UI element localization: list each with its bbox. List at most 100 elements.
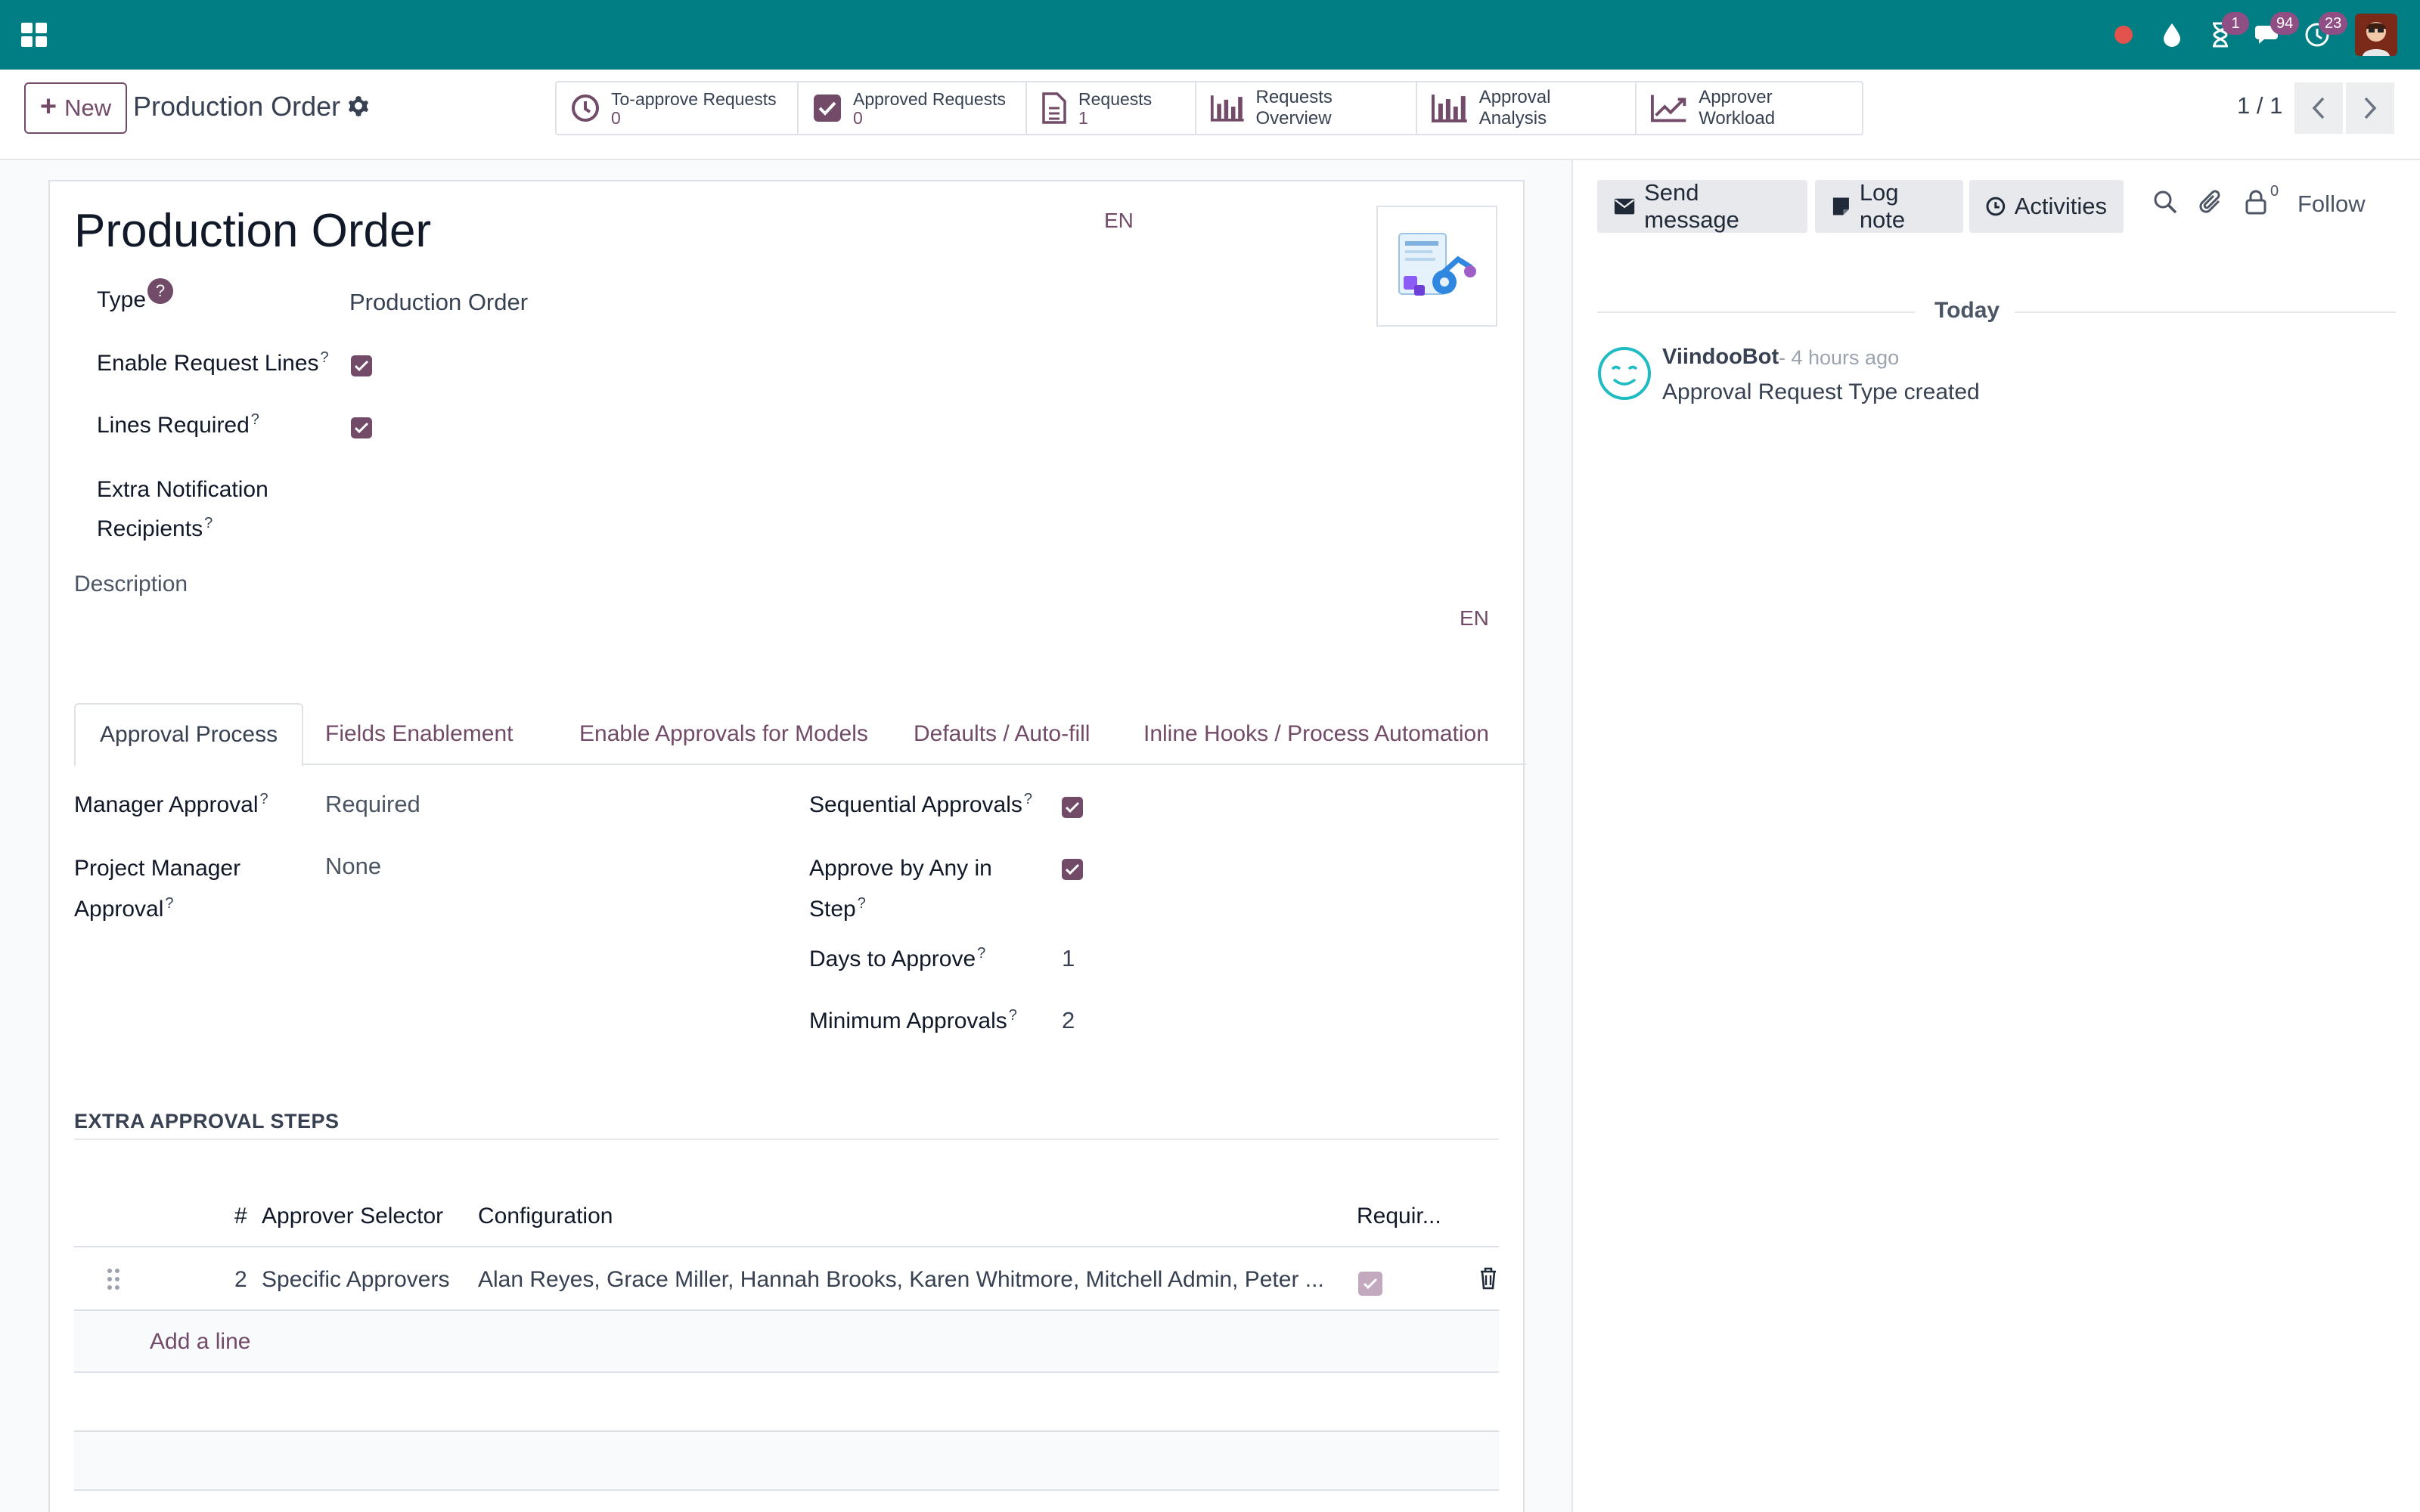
log-note-label: Log note (1859, 179, 1906, 233)
activities-button[interactable]: Activities (1969, 180, 2124, 233)
smart-value: 1 (1078, 108, 1088, 128)
followers-count: 0 (2270, 183, 2279, 200)
sequential-approvals-label-text: Sequential Approvals (809, 792, 1022, 817)
description-translate-button[interactable]: EN (1460, 606, 1489, 631)
activity-hourglass-icon[interactable]: 1 (2196, 0, 2249, 70)
step-required-checkbox[interactable] (1358, 1272, 1382, 1296)
add-line-link[interactable]: Add a line (150, 1329, 250, 1355)
type-label-text: Type (97, 287, 147, 312)
log-note-button[interactable]: Log note (1815, 179, 1963, 233)
help-tooltip-icon[interactable]: ? (977, 945, 985, 962)
check-icon (354, 360, 369, 372)
search-icon[interactable] (2152, 189, 2178, 215)
apps-menu-icon[interactable] (20, 20, 50, 50)
help-tooltip-icon[interactable]: ? (260, 791, 268, 807)
record-name-field[interactable]: Production Order (74, 204, 431, 258)
date-separator: Today (1597, 295, 2396, 330)
table-row[interactable]: 2 Specific Approvers Alan Reyes, Grace M… (74, 1249, 1499, 1311)
step-sequence: 2 (234, 1267, 247, 1292)
help-tooltip-icon[interactable]: ? (858, 895, 866, 912)
type-image[interactable] (1376, 206, 1497, 327)
project-manager-approval-label: Project Manager Approval? (74, 851, 240, 927)
steps-table-header: # Approver Selector Configuration Requir… (74, 1187, 1499, 1247)
help-tooltip-icon[interactable]: ? (321, 349, 329, 366)
help-tooltip-icon[interactable]: ? (1009, 1007, 1017, 1024)
tab-inline-hooks[interactable]: Inline Hooks / Process Automation (1119, 703, 1513, 765)
message-author[interactable]: ViindooBot (1662, 345, 1779, 370)
column-required[interactable]: Requir... (1357, 1204, 1441, 1229)
extra-recipients-field[interactable] (349, 473, 1106, 534)
column-configuration[interactable]: Configuration (478, 1204, 613, 1229)
check-icon (1065, 801, 1080, 813)
requests-button[interactable]: Requests 1 (1027, 82, 1196, 134)
type-label: Type? (97, 278, 174, 313)
enable-request-lines-label-text: Enable Request Lines (97, 351, 319, 376)
bot-avatar[interactable] (1597, 346, 1652, 401)
pager-next-button[interactable] (2346, 82, 2394, 134)
date-separator-label: Today (1934, 298, 2000, 323)
manager-approval-label: Manager Approval? (74, 791, 268, 818)
pager-value[interactable]: 1 / 1 (2237, 92, 2282, 119)
messages-icon[interactable]: 94 (2245, 0, 2300, 70)
help-tooltip-icon[interactable]: ? (251, 411, 259, 428)
approver-workload-button[interactable]: Approver Workload (1637, 82, 1862, 134)
empty-row (74, 1373, 1499, 1432)
check-icon (354, 422, 369, 434)
follow-button[interactable]: Follow (2297, 191, 2366, 218)
note-icon (1832, 197, 1849, 215)
smart-label: Approver Workload (1699, 87, 1776, 129)
days-to-approve-field[interactable]: 1 (1062, 945, 1075, 972)
help-tooltip-icon[interactable]: ? (204, 515, 213, 531)
recording-indicator-icon[interactable] (2099, 0, 2148, 70)
smart-value: 0 (611, 108, 621, 128)
add-line-row: Add a line (74, 1311, 1499, 1373)
drag-handle-icon[interactable] (106, 1267, 121, 1291)
lines-required-checkbox[interactable] (351, 417, 372, 438)
description-label: Description (74, 572, 188, 596)
requests-overview-button[interactable]: Requests Overview (1196, 82, 1417, 134)
tab-fields-enablement[interactable]: Fields Enablement (301, 703, 537, 765)
envelope-icon (1614, 198, 1635, 215)
column-sequence[interactable]: # (234, 1204, 247, 1229)
line-chart-icon (1650, 94, 1686, 122)
tab-enable-approvals-for-models[interactable]: Enable Approvals for Models (555, 703, 892, 765)
minimum-approvals-field[interactable]: 2 (1062, 1007, 1075, 1034)
project-manager-approval-label-line2: Approval (74, 897, 164, 922)
paperclip-icon[interactable] (2199, 189, 2225, 216)
message-time: - 4 hours ago (1779, 346, 1900, 369)
help-tooltip-icon[interactable]: ? (1024, 791, 1032, 807)
clock-icon[interactable]: 23 (2293, 0, 2348, 70)
new-button[interactable]: + New (24, 82, 127, 134)
followers-lock-icon[interactable] (2245, 189, 2267, 215)
help-tooltip-icon[interactable]: ? (165, 895, 173, 912)
type-field[interactable]: Production Order (349, 289, 528, 316)
plus-icon: + (39, 91, 57, 122)
manager-approval-field[interactable]: Required (325, 791, 420, 818)
minimum-approvals-label-text: Minimum Approvals (809, 1009, 1007, 1033)
tab-defaults-autofill[interactable]: Defaults / Auto-fill (889, 703, 1114, 765)
approval-analysis-button[interactable]: Approval Analysis (1417, 82, 1637, 134)
user-avatar[interactable] (2355, 14, 2397, 56)
description-field[interactable] (74, 605, 1435, 673)
sequential-approvals-checkbox[interactable] (1062, 797, 1083, 818)
enable-request-lines-checkbox[interactable] (351, 355, 372, 376)
smart-label: Approved Requests (853, 89, 1007, 109)
approve-by-any-label: Approve by Any in Step? (809, 851, 992, 927)
gear-icon[interactable] (346, 94, 371, 118)
document-icon (1042, 92, 1066, 124)
approved-requests-button[interactable]: Approved Requests 0 (799, 82, 1027, 134)
help-tooltip-icon[interactable]: ? (147, 278, 174, 304)
approve-by-any-checkbox[interactable] (1062, 859, 1083, 880)
clock-icon (1986, 197, 2006, 216)
drop-icon[interactable] (2148, 0, 2196, 70)
pager-previous-button[interactable] (2294, 82, 2343, 134)
to-approve-requests-button[interactable]: To-approve Requests 0 (557, 82, 799, 134)
column-approver-selector[interactable]: Approver Selector (262, 1204, 443, 1229)
section-divider (74, 1139, 1499, 1140)
project-manager-approval-field[interactable]: None (325, 853, 381, 880)
trash-icon[interactable] (1479, 1267, 1497, 1290)
separator-line (1597, 311, 1915, 313)
name-translate-button[interactable]: EN (1104, 209, 1134, 233)
tab-approval-process[interactable]: Approval Process (74, 703, 304, 767)
send-message-button[interactable]: Send message (1597, 179, 1807, 233)
